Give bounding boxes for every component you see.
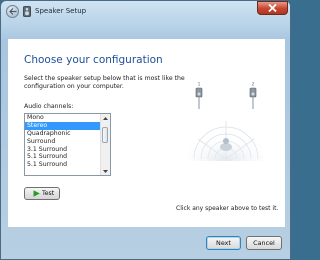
next-button[interactable]: Next	[206, 236, 241, 250]
window-title: Speaker Setup	[35, 7, 87, 15]
speaker-setup-window: Speaker Setup Choose your configuration …	[0, 0, 291, 260]
close-icon	[268, 4, 277, 12]
scroll-thumb[interactable]	[102, 127, 108, 143]
scroll-up-button[interactable]	[101, 114, 110, 122]
title-bar: Speaker Setup	[1, 1, 290, 21]
list-item[interactable]: Quadraphonic	[25, 130, 101, 138]
speaker-app-icon	[23, 6, 31, 17]
audio-channels-label: Audio channels:	[24, 103, 74, 110]
play-icon	[33, 190, 40, 197]
audio-channels-list[interactable]: Mono Stereo Quadraphonic Surround 3.1 Surrou…	[24, 113, 111, 176]
instruction-text: Select the speaker setup below that is m…	[24, 75, 185, 90]
scroll-up-icon	[103, 116, 108, 120]
list-item[interactable]: 5.1 Surround	[25, 153, 101, 161]
back-button[interactable]	[6, 5, 19, 18]
list-item[interactable]: Stereo	[25, 121, 101, 130]
left-speaker-icon[interactable]: 1	[195, 82, 203, 110]
test-button-label: Test	[42, 189, 55, 197]
scroll-down-button[interactable]	[101, 167, 110, 175]
test-hint-text: Click any speaker above to test it.	[176, 205, 279, 212]
test-button[interactable]: Test	[24, 187, 60, 200]
page-heading: Choose your configuration	[24, 54, 163, 66]
cancel-button[interactable]: Cancel	[246, 236, 282, 250]
content-panel: Choose your configuration Select the spe…	[8, 39, 285, 227]
list-item[interactable]: 5.1 Surround	[25, 161, 101, 169]
list-item[interactable]: Surround	[25, 138, 101, 146]
speaker-diagram: 1 2	[188, 82, 264, 161]
close-button[interactable]	[257, 1, 288, 15]
list-scrollbar[interactable]	[100, 114, 110, 175]
svg-text:2: 2	[252, 82, 255, 87]
right-speaker-icon[interactable]: 2	[249, 82, 257, 110]
scroll-down-icon	[103, 169, 108, 173]
list-item[interactable]: 3.1 Surround	[25, 146, 101, 154]
audio-channels-items: Mono Stereo Quadraphonic Surround 3.1 Surrou…	[25, 114, 101, 169]
list-item[interactable]: Mono	[25, 114, 101, 122]
svg-text:1: 1	[198, 82, 201, 87]
back-arrow-icon	[8, 8, 16, 15]
